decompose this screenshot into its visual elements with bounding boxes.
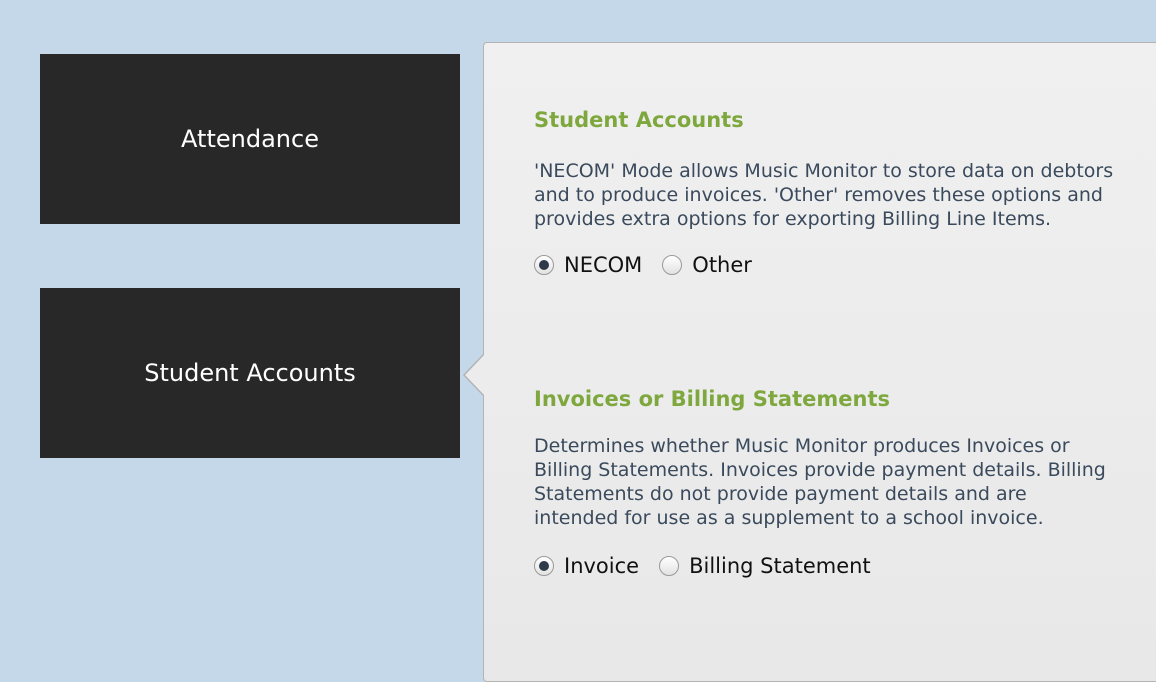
nav-tile-attendance[interactable]: Attendance xyxy=(40,54,460,224)
radio-necom[interactable]: NECOM xyxy=(534,253,642,277)
section-title: Invoices or Billing Statements xyxy=(534,387,890,411)
radio-label[interactable]: Other xyxy=(692,253,752,277)
mode-radio-group: NECOM Other xyxy=(534,251,1114,279)
nav-tile-attendance-label: Attendance xyxy=(181,125,319,153)
radio-button-icon[interactable] xyxy=(534,255,554,275)
section-description: 'NECOM' Mode allows Music Monitor to sto… xyxy=(534,160,1114,230)
nav-tile-student-accounts-label: Student Accounts xyxy=(144,359,356,387)
radio-button-icon[interactable] xyxy=(534,556,554,576)
section-description: Determines whether Music Monitor produce… xyxy=(534,435,1106,529)
section-title: Student Accounts xyxy=(534,108,744,132)
radio-billing-statement[interactable]: Billing Statement xyxy=(659,554,871,578)
radio-invoice[interactable]: Invoice xyxy=(534,554,639,578)
radio-button-icon[interactable] xyxy=(662,255,683,275)
radio-label[interactable]: NECOM xyxy=(564,253,642,277)
invoice-type-radio-group: Invoice Billing Statement xyxy=(534,552,1114,580)
radio-label[interactable]: Invoice xyxy=(564,554,639,578)
student-accounts-section: Student Accounts 'NECOM' Mode allows Mus… xyxy=(534,106,1114,279)
radio-other[interactable]: Other xyxy=(662,253,752,277)
panel-pointer xyxy=(465,354,485,396)
radio-label[interactable]: Billing Statement xyxy=(689,554,871,578)
nav-tile-student-accounts[interactable]: Student Accounts xyxy=(40,288,460,458)
radio-button-icon[interactable] xyxy=(659,556,680,576)
invoices-section: Invoices or Billing Statements Determine… xyxy=(534,385,1114,580)
